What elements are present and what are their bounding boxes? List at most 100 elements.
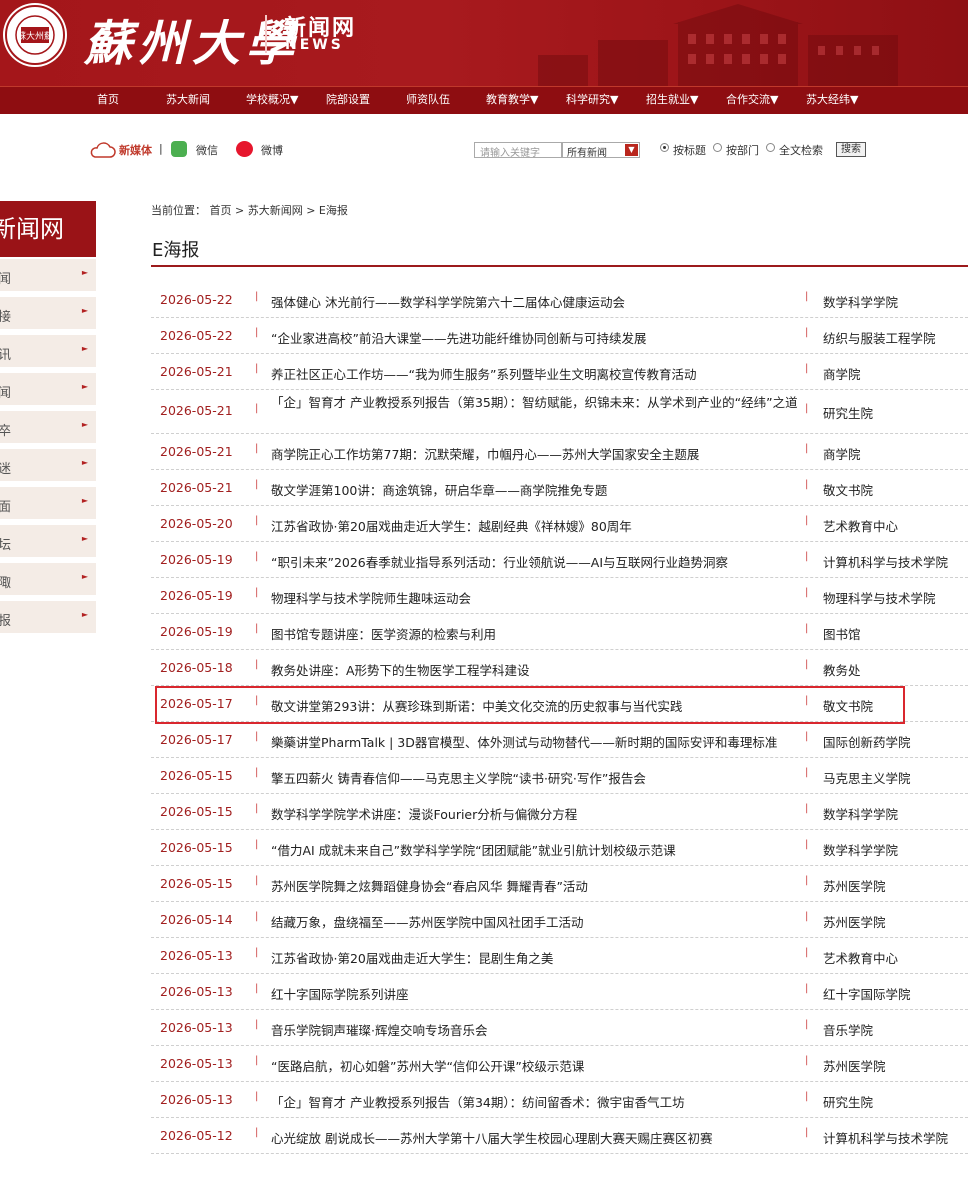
- list-item[interactable]: 2026-05-21 | 敬文学涯第100讲：商途筑锦，研启华章——商学院推免专题 |…: [151, 470, 968, 506]
- sidebar-item[interactable]: 闻 ►: [0, 259, 96, 293]
- sidebar-item[interactable]: 陬 ►: [0, 563, 96, 597]
- list-item-unit: 商学院: [823, 447, 861, 462]
- list-item-title-link[interactable]: 「企」智育才 产业教授系列报告（第34期）：纺间留香术：微宇宙香气工坊: [271, 1092, 803, 1111]
- list-item-separator: |: [805, 291, 809, 302]
- nav-item-departments[interactable]: 院部设置: [326, 87, 370, 115]
- radio-by-title[interactable]: [660, 143, 669, 152]
- list-item-title-link[interactable]: 江苏省政协·第20届戏曲走近大学生：越剧经典《祥林嫂》80周年: [271, 516, 803, 535]
- list-item-title-link[interactable]: “企业家进高校”前沿大课堂——先进功能纤维协同创新与可持续发展: [271, 328, 803, 347]
- radio-full-text[interactable]: [766, 143, 775, 152]
- list-item[interactable]: 2026-05-15 | “借力AI 成就未来自己”数学科学学院“团团赋能”就业引航…: [151, 830, 968, 866]
- list-item-title-link[interactable]: 樂藥讲堂PharmTalk | 3D器官模型、体外测试与动物替代——新时期的国际…: [271, 732, 803, 751]
- sidebar-item[interactable]: 讯 ►: [0, 335, 96, 369]
- list-item-date: 2026-05-21: [160, 480, 233, 495]
- list-item-date: 2026-05-18: [160, 660, 233, 675]
- list-item[interactable]: 2026-05-15 | 数学科学学院学术讲座：漫谈Fourier分析与偏微分方程 |…: [151, 794, 968, 830]
- list-item-title-link[interactable]: 「企」智育才 产业教授系列报告（第35期）：智纺赋能，织锦未来：从学术到产业的“…: [271, 394, 803, 411]
- nav-item-education[interactable]: 教育教学▼: [486, 87, 538, 115]
- nav-item-cooperation[interactable]: 合作交流▼: [726, 87, 778, 115]
- list-item[interactable]: 2026-05-19 | “职引未来”2026春季就业指导系列活动：行业领航说——A…: [151, 542, 968, 578]
- list-item-date: 2026-05-19: [160, 624, 233, 639]
- list-item[interactable]: 2026-05-13 | 音乐学院铜声璀璨·辉煌交响专场音乐会 | 音乐学院: [151, 1010, 968, 1046]
- list-item[interactable]: 2026-05-15 | 擎五四薪火 铸青春信仰——马克思主义学院“读书·研究·写作…: [151, 758, 968, 794]
- list-item[interactable]: 2026-05-18 | 教务处讲座：A形势下的生物医学工程学科建设 | 教务处: [151, 650, 968, 686]
- wechat-link[interactable]: 微信: [196, 142, 218, 158]
- list-item[interactable]: 2026-05-14 | 结藏万象，盘绕福至——苏州医学院中国风社团手工活动 | 苏州医…: [151, 902, 968, 938]
- sidebar-item[interactable]: 迷 ►: [0, 449, 96, 483]
- list-item-title-link[interactable]: “职引未来”2026春季就业指导系列活动：行业领航说——AI与互联网行业趋势洞察: [271, 552, 803, 571]
- list-item-separator: |: [805, 515, 809, 526]
- list-item-date: 2026-05-21: [160, 403, 233, 418]
- sidebar-item-label: 讯: [0, 348, 12, 363]
- list-item-date: 2026-05-14: [160, 912, 233, 927]
- chevron-right-icon: ►: [81, 306, 88, 315]
- list-item-title-link[interactable]: “借力AI 成就未来自己”数学科学学院“团团赋能”就业引航计划校级示范课: [271, 840, 803, 859]
- list-item[interactable]: 2026-05-13 | 「企」智育才 产业教授系列报告（第34期）：纺间留香术：微…: [151, 1082, 968, 1118]
- sidebar-item[interactable]: 坛 ►: [0, 525, 96, 559]
- sidebar-item[interactable]: 卒 ►: [0, 411, 96, 445]
- list-item-title-link[interactable]: 音乐学院铜声璀璨·辉煌交响专场音乐会: [271, 1020, 803, 1039]
- list-item-title-link[interactable]: 心光绽放 剧说成长——苏州大学第十八届大学生校园心理剧大赛天赐庄赛区初赛: [271, 1128, 803, 1147]
- list-item-title-link[interactable]: 擎五四薪火 铸青春信仰——马克思主义学院“读书·研究·写作”报告会: [271, 768, 803, 787]
- list-item-date: 2026-05-20: [160, 516, 233, 531]
- list-item[interactable]: 2026-05-22 | 强体健心 沐光前行——数学科学学院第六十二届体心健康运动会…: [151, 282, 968, 318]
- list-item-title-link[interactable]: 数学科学学院学术讲座：漫谈Fourier分析与偏微分方程: [271, 804, 803, 823]
- sidebar-item[interactable]: 面 ►: [0, 487, 96, 521]
- list-item[interactable]: 2026-05-13 | “医路启航，初心如磐”苏州大学“信仰公开课”校级示范课 | 苏…: [151, 1046, 968, 1082]
- nav-item-admission[interactable]: 招生就业▼: [646, 87, 698, 115]
- list-item-date: 2026-05-15: [160, 804, 233, 819]
- weibo-icon[interactable]: [236, 141, 253, 157]
- list-item-title-link[interactable]: 养正社区正心工作坊——“我为师生服务”系列暨毕业生文明离校宣传教育活动: [271, 364, 803, 383]
- chevron-right-icon: ►: [81, 344, 88, 353]
- list-item[interactable]: 2026-05-17 | 敬文讲堂第293讲：从赛珍珠到斯诺：中美文化交流的历史叙事…: [151, 686, 968, 722]
- list-item[interactable]: 2026-05-13 | 红十字国际学院系列讲座 | 红十字国际学院: [151, 974, 968, 1010]
- news-category-value: 所有新闻: [567, 148, 607, 159]
- list-item-title-link[interactable]: 敬文学涯第100讲：商途筑锦，研启华章——商学院推免专题: [271, 480, 803, 499]
- radio-by-dept[interactable]: [713, 143, 722, 152]
- list-item-separator: |: [255, 947, 259, 958]
- list-item-date: 2026-05-13: [160, 948, 233, 963]
- list-item-unit: 图书馆: [823, 627, 861, 642]
- weibo-link[interactable]: 微博: [261, 142, 283, 158]
- nav-item-about[interactable]: 学校概况▼: [246, 87, 298, 115]
- list-item[interactable]: 2026-05-21 | 养正社区正心工作坊——“我为师生服务”系列暨毕业生文明离校…: [151, 354, 968, 390]
- list-item[interactable]: 2026-05-21 | 「企」智育才 产业教授系列报告（第35期）：智纺赋能，织锦…: [151, 390, 968, 434]
- list-item-separator: |: [255, 1055, 259, 1066]
- list-item-title-link[interactable]: 图书馆专题讲座：医学资源的检索与利用: [271, 624, 803, 643]
- list-item-separator: |: [805, 1055, 809, 1066]
- news-category-select[interactable]: 所有新闻 ▼: [562, 142, 640, 159]
- list-item-title-link[interactable]: “医路启航，初心如磐”苏州大学“信仰公开课”校级示范课: [271, 1056, 803, 1075]
- list-item[interactable]: 2026-05-12 | 心光绽放 剧说成长——苏州大学第十八届大学生校园心理剧大赛…: [151, 1118, 968, 1154]
- list-item[interactable]: 2026-05-19 | 物理科学与技术学院师生趣味运动会 | 物理科学与技术学院: [151, 578, 968, 614]
- wechat-icon[interactable]: [171, 141, 187, 157]
- list-item[interactable]: 2026-05-15 | 苏州医学院舞之炫舞蹈健身协会“春启风华 舞耀青春”活动 | 苏…: [151, 866, 968, 902]
- sidebar-item[interactable]: 报 ►: [0, 601, 96, 635]
- list-item[interactable]: 2026-05-19 | 图书馆专题讲座：医学资源的检索与利用 | 图书馆: [151, 614, 968, 650]
- list-item-date: 2026-05-15: [160, 876, 233, 891]
- list-item[interactable]: 2026-05-21 | 商学院正心工作坊第77期：沉默荣耀，巾帼丹心——苏州大学国…: [151, 434, 968, 470]
- list-item[interactable]: 2026-05-20 | 江苏省政协·第20届戏曲走近大学生：越剧经典《祥林嫂》80…: [151, 506, 968, 542]
- list-item-title-link[interactable]: 苏州医学院舞之炫舞蹈健身协会“春启风华 舞耀青春”活动: [271, 876, 803, 895]
- list-item[interactable]: 2026-05-17 | 樂藥讲堂PharmTalk | 3D器官模型、体外测试与动…: [151, 722, 968, 758]
- search-button[interactable]: 搜索: [836, 142, 866, 157]
- search-input[interactable]: 请输入关键字: [474, 142, 562, 159]
- sidebar-item[interactable]: 闻 ►: [0, 373, 96, 407]
- list-item-title-link[interactable]: 红十字国际学院系列讲座: [271, 984, 803, 1003]
- nav-item-home[interactable]: 首页: [97, 87, 119, 115]
- list-item-title-link[interactable]: 强体健心 沐光前行——数学科学学院第六十二届体心健康运动会: [271, 292, 803, 311]
- nav-item-faculty[interactable]: 师资队伍: [406, 87, 450, 115]
- list-item-title-link[interactable]: 商学院正心工作坊第77期：沉默荣耀，巾帼丹心——苏州大学国家安全主题展: [271, 444, 803, 463]
- list-item-title-link[interactable]: 物理科学与技术学院师生趣味运动会: [271, 588, 803, 607]
- list-item[interactable]: 2026-05-22 | “企业家进高校”前沿大课堂——先进功能纤维协同创新与可持续…: [151, 318, 968, 354]
- list-item[interactable]: 2026-05-13 | 江苏省政协·第20届戏曲走近大学生：昆剧生角之美 | 艺术教育…: [151, 938, 968, 974]
- list-item-title-link[interactable]: 结藏万象，盘绕福至——苏州医学院中国风社团手工活动: [271, 912, 803, 931]
- list-item-title-link[interactable]: 敬文讲堂第293讲：从赛珍珠到斯诺：中美文化交流的历史叙事与当代实践: [271, 696, 803, 715]
- list-item-title-link[interactable]: 江苏省政协·第20届戏曲走近大学生：昆剧生角之美: [271, 948, 803, 967]
- nav-item-suda-jingwei[interactable]: 苏大经纬▼: [806, 87, 858, 115]
- sidebar-item-label: 陬: [0, 576, 12, 591]
- list-item-separator: |: [805, 623, 809, 634]
- nav-item-suda-news[interactable]: 苏大新闻: [166, 87, 210, 115]
- list-item-title-link[interactable]: 教务处讲座：A形势下的生物医学工程学科建设: [271, 660, 803, 679]
- sidebar-item[interactable]: 接 ►: [0, 297, 96, 331]
- nav-item-research[interactable]: 科学研究▼: [566, 87, 618, 115]
